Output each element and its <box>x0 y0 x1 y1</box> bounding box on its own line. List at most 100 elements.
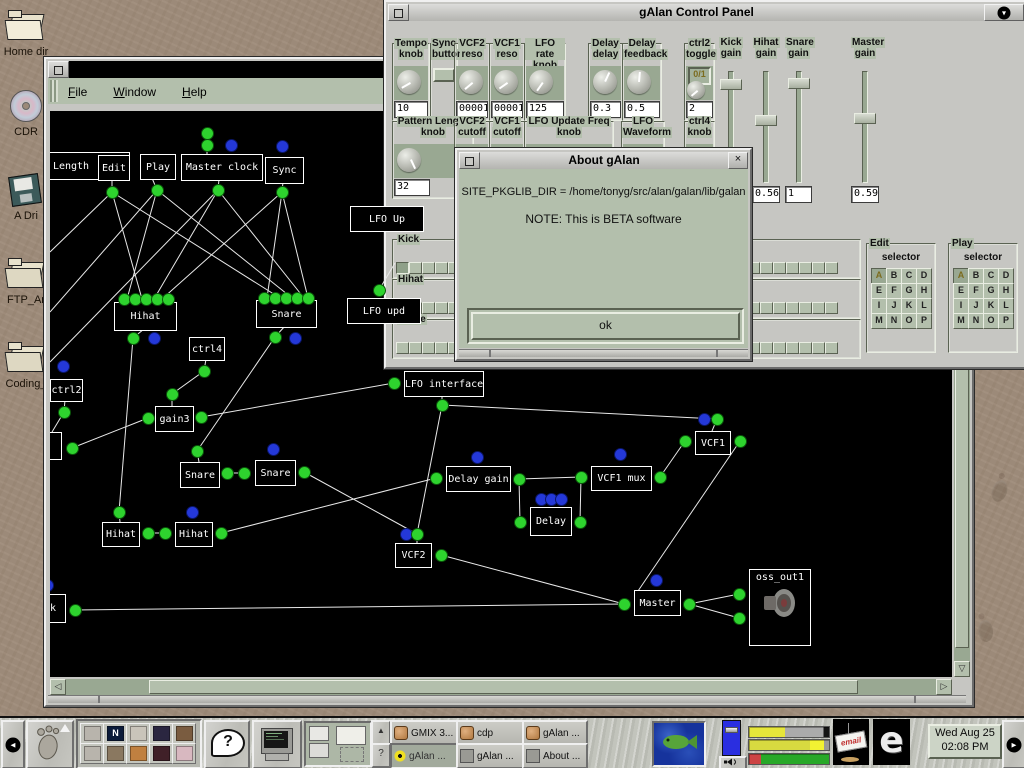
green-port-dot[interactable] <box>142 412 155 425</box>
selector-play-B[interactable]: B <box>968 268 984 284</box>
slider-thumb[interactable] <box>788 78 810 89</box>
green-port-dot[interactable] <box>58 406 71 419</box>
clock-applet[interactable]: Wed Aug 25 02:08 PM <box>928 724 1002 759</box>
task-button-galan-[interactable]: gAlan ... <box>456 743 525 768</box>
launcher-drawer-button[interactable] <box>80 723 104 744</box>
graph-node-master[interactable]: Master <box>634 590 681 616</box>
blue-port-dot[interactable] <box>267 443 280 456</box>
launcher-wilber-button[interactable] <box>126 743 150 764</box>
green-port-dot[interactable] <box>733 588 746 601</box>
blue-port-dot[interactable] <box>471 451 484 464</box>
sync-push-button[interactable] <box>433 68 455 82</box>
green-port-dot[interactable] <box>215 527 228 540</box>
ok-button[interactable]: ok <box>471 312 740 340</box>
graph-node-lfo-up[interactable]: LFO Up <box>350 206 424 232</box>
green-port-dot[interactable] <box>436 399 449 412</box>
selector-play-F[interactable]: F <box>968 283 984 299</box>
selector-play-D[interactable]: D <box>998 268 1014 284</box>
knob-control[interactable] <box>593 70 617 94</box>
knob-control[interactable] <box>529 70 553 94</box>
menu-help[interactable]: Help <box>182 85 207 99</box>
gnome-help-button[interactable]: ? <box>204 720 250 768</box>
blue-port-dot[interactable] <box>57 360 70 373</box>
green-port-dot[interactable] <box>679 435 692 448</box>
selector-play-E[interactable]: E <box>953 283 969 299</box>
graph-node-vcf1[interactable]: VCF1 <box>695 431 731 455</box>
green-port-dot[interactable] <box>66 442 79 455</box>
graph-node-hihat[interactable]: Hihat <box>175 522 213 547</box>
launcher-pink-app-button[interactable] <box>172 743 196 764</box>
launcher-netscape-button[interactable]: N <box>103 723 127 744</box>
green-port-dot[interactable] <box>195 411 208 424</box>
knob-control[interactable] <box>397 70 421 94</box>
volume-slider-thumb[interactable] <box>725 727 738 733</box>
desk-guide-pager[interactable] <box>304 721 372 767</box>
tasklist-help-button[interactable]: ? <box>371 743 391 768</box>
graph-node-hihat[interactable]: Hihat <box>102 522 140 547</box>
graph-node-delay-gain[interactable]: Delay gain <box>446 466 511 492</box>
panel-hide-right-button[interactable]: ► <box>1002 720 1024 768</box>
graph-node-oss-out1[interactable]: oss_out1 <box>749 569 811 646</box>
blue-port-dot[interactable] <box>650 574 663 587</box>
green-port-dot[interactable] <box>514 516 527 529</box>
desktop-icon-home-dir[interactable]: Home dir <box>0 8 52 58</box>
menu-window[interactable]: Window <box>113 85 156 99</box>
knob-control[interactable] <box>459 70 483 94</box>
green-port-dot[interactable] <box>302 292 315 305</box>
green-port-dot[interactable] <box>212 184 225 197</box>
horizontal-scrollbar-thumb[interactable] <box>149 680 858 694</box>
graph-node-vcf1-mux[interactable]: VCF1 mux <box>591 466 652 491</box>
green-port-dot[interactable] <box>201 139 214 152</box>
green-port-dot[interactable] <box>388 377 401 390</box>
mailcheck-applet[interactable]: email <box>833 719 869 765</box>
green-port-dot[interactable] <box>191 445 204 458</box>
green-port-dot[interactable] <box>683 598 696 611</box>
green-port-dot[interactable] <box>373 284 386 297</box>
blue-port-dot[interactable] <box>698 413 711 426</box>
launcher-gnome-doc-button[interactable] <box>126 723 150 744</box>
selector-play-K[interactable]: K <box>983 298 999 314</box>
volume-slider[interactable] <box>722 720 741 756</box>
green-port-dot[interactable] <box>106 186 119 199</box>
panel-hide-left-button[interactable]: ◄ <box>1 720 25 768</box>
graph-node-lfo-upd[interactable]: LFO upd <box>347 298 421 324</box>
selector-play-M[interactable]: M <box>953 313 969 329</box>
green-port-dot[interactable] <box>159 527 172 540</box>
graph-node-edit[interactable]: Edit <box>98 155 130 181</box>
green-port-dot[interactable] <box>269 331 282 344</box>
knob-control[interactable] <box>494 70 518 94</box>
graph-node-snare[interactable]: Snare <box>180 462 220 488</box>
knob-control[interactable] <box>687 81 705 99</box>
green-port-dot[interactable] <box>618 598 631 611</box>
dialog-resize-bar[interactable] <box>459 349 748 357</box>
blue-port-dot[interactable] <box>186 506 199 519</box>
graph-node-master-clock[interactable]: Master clock <box>181 154 263 181</box>
control-panel-titlebar[interactable]: gAlan Control Panel ▾ <box>388 4 1024 21</box>
green-port-dot[interactable] <box>198 365 211 378</box>
selector-play-A[interactable]: A <box>953 268 969 284</box>
green-port-dot[interactable] <box>69 604 82 617</box>
graph-node-sync[interactable]: Sync <box>265 157 304 184</box>
iconify-button[interactable] <box>459 152 480 169</box>
tasklist-shrink-button[interactable]: ▲ <box>371 720 391 745</box>
blue-port-dot[interactable] <box>289 332 302 345</box>
iconify-button[interactable] <box>388 4 409 21</box>
scroll-left-button[interactable]: ◁ <box>50 679 66 695</box>
green-port-dot[interactable] <box>574 516 587 529</box>
selector-play-I[interactable]: I <box>953 298 969 314</box>
launcher-drawer2-button[interactable] <box>80 743 104 764</box>
green-port-dot[interactable] <box>276 186 289 199</box>
green-port-dot[interactable] <box>127 332 140 345</box>
task-button-about-[interactable]: About ... <box>522 743 588 768</box>
selector-play-H[interactable]: H <box>998 283 1014 299</box>
green-port-dot[interactable] <box>113 506 126 519</box>
selector-play-J[interactable]: J <box>968 298 984 314</box>
terminal-launcher-button[interactable] <box>252 720 302 768</box>
selector-play-O[interactable]: O <box>983 313 999 329</box>
launcher-screenshot-button[interactable] <box>149 723 173 744</box>
graph-node-1[interactable]: 1 <box>50 432 62 460</box>
graph-node-hihat[interactable]: Hihat <box>114 302 177 331</box>
fish-applet[interactable] <box>652 721 706 767</box>
scroll-down-button[interactable]: ▽ <box>954 661 970 677</box>
launcher-rock-button[interactable] <box>103 743 127 764</box>
